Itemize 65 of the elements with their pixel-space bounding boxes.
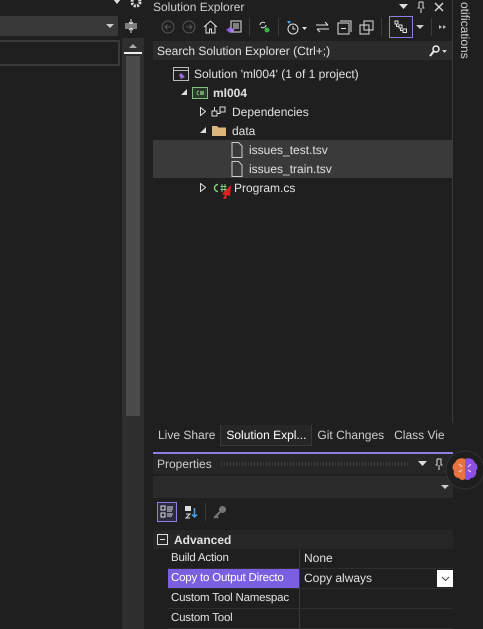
pin-icon[interactable] bbox=[435, 458, 443, 470]
cursor-icon bbox=[221, 185, 232, 199]
panel-title: Solution Explorer bbox=[153, 0, 246, 14]
brain-icon[interactable] bbox=[445, 450, 483, 490]
tree-view-icon[interactable] bbox=[394, 20, 408, 34]
chevron-icon[interactable] bbox=[440, 576, 450, 582]
item-label: Solution 'ml004' (1 of 1 project) bbox=[194, 66, 359, 80]
folder-icon bbox=[211, 124, 227, 137]
property-name[interactable]: Copy to Output Directo bbox=[168, 569, 300, 588]
tree-item[interactable]: ml004 bbox=[153, 83, 452, 102]
csharp-project-icon bbox=[192, 86, 208, 100]
category-label: Advanced bbox=[174, 532, 232, 546]
collapse-all-icon[interactable] bbox=[337, 20, 352, 34]
tree-item[interactable]: Dependencies bbox=[153, 102, 452, 121]
dropdown-icon[interactable] bbox=[416, 24, 424, 30]
pin-icon[interactable] bbox=[417, 1, 425, 13]
file-icon bbox=[230, 160, 244, 176]
property-value[interactable]: None bbox=[304, 549, 333, 568]
dropdown-field[interactable] bbox=[0, 16, 118, 36]
item-label: ml004 bbox=[213, 86, 248, 100]
copy-icon[interactable] bbox=[359, 20, 374, 34]
dropdown-icon[interactable] bbox=[418, 461, 427, 467]
tree-item[interactable]: issues_train.tsv bbox=[153, 159, 452, 178]
notifications-tab[interactable]: otifications bbox=[458, 2, 472, 59]
dropdown-icon[interactable] bbox=[399, 4, 408, 10]
tree-item[interactable]: Program.cs bbox=[153, 178, 452, 197]
dropdown-button[interactable] bbox=[437, 570, 453, 587]
tab[interactable]: Live Share bbox=[153, 424, 220, 446]
tree-item[interactable]: data bbox=[153, 121, 452, 140]
panel-title: Properties bbox=[157, 457, 212, 471]
item-label: data bbox=[232, 124, 256, 138]
csharp-file-icon bbox=[211, 182, 229, 194]
tree-item[interactable]: issues_test.tsv bbox=[153, 140, 452, 159]
categorized-button[interactable] bbox=[157, 502, 177, 522]
solution-icon bbox=[173, 66, 189, 80]
tab[interactable]: Class Vie bbox=[389, 424, 450, 446]
expanded-icon[interactable] bbox=[200, 127, 206, 134]
collapse-icon[interactable] bbox=[157, 534, 168, 545]
search-icon[interactable] bbox=[428, 44, 448, 56]
caret-icon[interactable] bbox=[106, 24, 114, 28]
caret-icon[interactable] bbox=[441, 484, 449, 490]
history-icon[interactable] bbox=[286, 20, 308, 34]
pending-changes-icon[interactable] bbox=[315, 21, 330, 33]
sync-icon[interactable] bbox=[257, 20, 271, 34]
item-label: Program.cs bbox=[234, 180, 296, 194]
tree-view-button[interactable] bbox=[389, 16, 413, 38]
tab[interactable]: Git Changes bbox=[312, 424, 390, 446]
dependencies-icon bbox=[211, 104, 227, 118]
collapsed-icon[interactable] bbox=[200, 183, 206, 192]
dropdown-icon[interactable] bbox=[112, 0, 122, 5]
property-value[interactable]: Copy always bbox=[304, 569, 372, 588]
home-icon[interactable] bbox=[203, 20, 218, 34]
switch-views-icon[interactable] bbox=[225, 20, 242, 34]
collapsed-icon[interactable] bbox=[200, 107, 206, 116]
expanded-icon[interactable] bbox=[180, 89, 188, 96]
close-icon[interactable] bbox=[434, 2, 444, 12]
search-field[interactable]: Search Solution Explorer (Ctrl+;) bbox=[153, 41, 452, 60]
tree-item[interactable]: Solution 'ml004' (1 of 1 project) bbox=[153, 64, 452, 83]
item-label: issues_train.tsv bbox=[249, 162, 332, 176]
tab[interactable]: Solution Expl... bbox=[220, 424, 312, 446]
overflow-icon[interactable] bbox=[439, 24, 447, 30]
item-label: Dependencies bbox=[232, 104, 309, 118]
split-icon[interactable] bbox=[124, 18, 138, 34]
file-icon bbox=[230, 142, 244, 158]
item-label: issues_test.tsv bbox=[249, 142, 328, 156]
